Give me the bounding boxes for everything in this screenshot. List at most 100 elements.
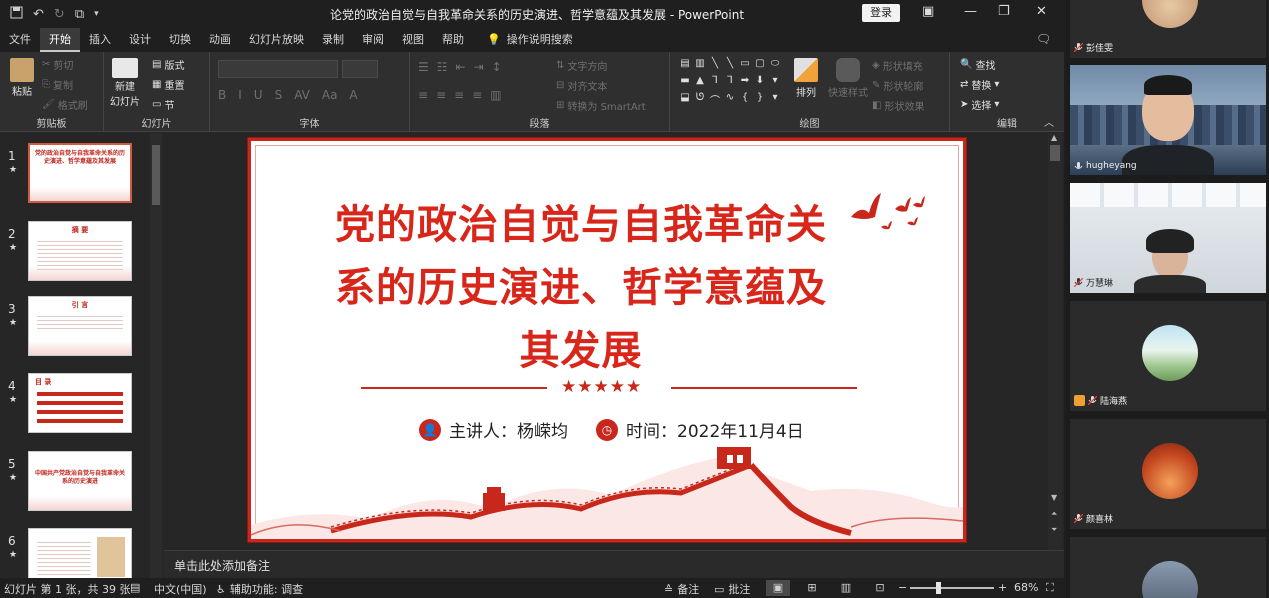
brace-left-shape-icon[interactable]: { (738, 92, 752, 108)
char-spacing-icon[interactable]: AV (294, 88, 310, 102)
quick-styles-button[interactable]: 快速样式 (828, 58, 868, 99)
collapse-ribbon-icon[interactable]: ︿ (1044, 114, 1054, 129)
slideshow-button[interactable]: ⊡ (868, 580, 892, 596)
brace-right-shape-icon[interactable]: } (753, 92, 767, 108)
thumbnails-scrollbar[interactable] (150, 133, 162, 578)
undo-icon[interactable]: ↶ (33, 7, 44, 22)
participant-tile-3[interactable]: 万慧琳 (1070, 183, 1266, 293)
layout-button[interactable]: ▤ 版式 (152, 57, 184, 72)
fit-slide-icon[interactable]: ⛶ (1046, 581, 1054, 595)
rounded-rect-shape-icon[interactable]: ▢ (753, 58, 767, 74)
tab-file[interactable]: 文件 (0, 28, 40, 52)
shape-effects-button[interactable]: ◧ 形状效果 (872, 98, 924, 113)
line-shape-icon[interactable]: ╲ (708, 58, 722, 74)
participant-tile-4[interactable]: 陆海燕 (1070, 301, 1266, 411)
smartart-button[interactable]: ⊞ 转换为 SmartArt (556, 98, 646, 113)
tab-review[interactable]: 审阅 (353, 28, 393, 52)
copy-button[interactable]: ⎘ 复制 (42, 77, 73, 92)
connector-shape-icon[interactable]: ⅂ (723, 75, 737, 91)
language-status[interactable]: 中文(中国) (154, 581, 207, 597)
bullets-icon[interactable]: ☰ (418, 60, 429, 74)
comments-button[interactable]: ▭ 批注 (714, 581, 750, 597)
new-slide-button[interactable]: 新建 幻灯片 (110, 58, 140, 108)
tab-slideshow[interactable]: 幻灯片放映 (240, 28, 313, 52)
find-button[interactable]: 🔍 查找 (960, 57, 995, 72)
strikethrough-icon[interactable]: S (275, 88, 283, 102)
columns-icon[interactable]: ▥ (490, 88, 501, 102)
line-spacing-icon[interactable]: ↕ (492, 60, 502, 74)
maximize-icon[interactable]: ❐ (998, 4, 1010, 19)
reading-view-button[interactable]: ▥ (834, 580, 858, 596)
participant-tile-2[interactable]: hugheyang (1070, 65, 1266, 175)
present-from-start-icon[interactable]: ⧉ (75, 7, 84, 22)
thumbnail-slide-6[interactable]: 6 ★ (0, 528, 150, 578)
underline-icon[interactable]: U (254, 88, 263, 102)
arc-shape-icon[interactable]: ⌒ (708, 92, 722, 108)
zoom-in-icon[interactable]: + (998, 581, 1007, 594)
tell-me-search[interactable]: 💡 操作说明搜索 (473, 28, 573, 52)
login-button[interactable]: 登录 (862, 4, 900, 22)
scroll-down-icon[interactable]: ▼ (1051, 493, 1057, 502)
vertical-textbox-shape-icon[interactable]: ▥ (693, 58, 707, 74)
thumbnail-image[interactable] (28, 528, 132, 578)
thumbnail-image[interactable]: 目 录 (28, 373, 132, 433)
bold-icon[interactable]: B (218, 88, 226, 102)
slide-sorter-button[interactable]: ⊞ (800, 580, 824, 596)
current-slide[interactable]: 党的政治自觉与自我革命关系的历史演进、哲学意蕴及其发展 ★★★★★ 👤 主讲人：… (248, 138, 966, 542)
spell-check-icon[interactable]: ▤ (130, 581, 140, 594)
freeform-shape-icon[interactable]: ᘎ (693, 92, 707, 108)
next-slide-icon[interactable]: ⏷ (1051, 525, 1057, 535)
font-name-box[interactable] (218, 60, 338, 78)
tab-transitions[interactable]: 切换 (160, 28, 200, 52)
oval-shape-icon[interactable]: ⬭ (768, 58, 782, 74)
align-left-icon[interactable]: ≡ (418, 88, 428, 102)
shapes-gallery[interactable]: ▤ ▥ ╲ ╲ ▭ ▢ ⬭ ▬ ▲ ⅂ ⅂ ➡ ⬇ ▾ ⬓ ᘎ ⌒ ∿ { } … (678, 58, 788, 110)
save-icon[interactable] (10, 6, 23, 23)
italic-icon[interactable]: I (238, 88, 242, 102)
arrow-down-shape-icon[interactable]: ⬇ (753, 75, 767, 91)
align-right-icon[interactable]: ≡ (454, 88, 464, 102)
format-painter-button[interactable]: 🖌 格式刷 (42, 97, 88, 112)
curve-shape-icon[interactable]: ∿ (723, 92, 737, 108)
canvas-scrollbar-thumb[interactable] (1050, 145, 1060, 161)
redo-icon[interactable]: ↻ (54, 7, 65, 22)
comments-icon[interactable]: 🗨 (1036, 32, 1051, 46)
zoom-slider-thumb[interactable] (936, 582, 941, 594)
time-label[interactable]: 时间：2022年11月4日 (626, 417, 804, 442)
participant-tile-5[interactable]: 颜喜林 (1070, 419, 1266, 529)
align-center-icon[interactable]: ≡ (436, 88, 446, 102)
speaker-label[interactable]: 主讲人：杨嵘均 (449, 417, 568, 442)
decrease-indent-icon[interactable]: ⇤ (456, 60, 466, 74)
minimize-icon[interactable]: — (964, 4, 977, 19)
thumbnail-slide-1[interactable]: 1 ★ 党的政治自觉与自我革命关系的历史演进、哲学意蕴及其发展 (0, 143, 150, 213)
flowchart-shape-icon[interactable]: ⬓ (678, 92, 692, 108)
reset-button[interactable]: ▦ 重置 (152, 77, 184, 92)
cut-button[interactable]: ✂ 剪切 (42, 57, 73, 72)
customize-qat-icon[interactable]: ▾ (94, 9, 99, 19)
replace-button[interactable]: ⇄ 替换 ▾ (960, 77, 999, 92)
rectangle-shape-icon[interactable]: ▬ (678, 75, 692, 91)
close-icon[interactable]: ✕ (1036, 4, 1047, 19)
notes-placeholder[interactable]: 单击此处添加备注 (174, 557, 270, 574)
thumbnail-image[interactable]: 摘 要 (28, 221, 132, 281)
thumbnail-slide-4[interactable]: 4 ★ 目 录 (0, 373, 150, 443)
thumbnail-slide-2[interactable]: 2 ★ 摘 要 (0, 221, 150, 291)
tab-design[interactable]: 设计 (120, 28, 160, 52)
notes-button[interactable]: ≙ 备注 (664, 581, 699, 597)
triangle-shape-icon[interactable]: ▲ (693, 75, 707, 91)
shape-fill-button[interactable]: ◈ 形状填充 (872, 58, 923, 73)
rectangle-shape-icon[interactable]: ▭ (738, 58, 752, 74)
tab-view[interactable]: 视图 (393, 28, 433, 52)
arrow-right-shape-icon[interactable]: ➡ (738, 75, 752, 91)
tab-help[interactable]: 帮助 (433, 28, 473, 52)
thumbnail-image[interactable]: 引 言 (28, 296, 132, 356)
tab-animations[interactable]: 动画 (200, 28, 240, 52)
align-text-button[interactable]: ⊟ 对齐文本 (556, 78, 607, 93)
slide-title[interactable]: 党的政治自觉与自我革命关系的历史演进、哲学意蕴及其发展 (321, 193, 841, 382)
tab-record[interactable]: 录制 (313, 28, 353, 52)
thumbnail-slide-5[interactable]: 5 ★ 中国共产党政治自觉与自我革命关系的历史演进 (0, 451, 150, 521)
justify-icon[interactable]: ≡ (472, 88, 482, 102)
select-button[interactable]: ➤ 选择 ▾ (960, 97, 999, 112)
shape-outline-button[interactable]: ✎ 形状轮廓 (872, 78, 923, 93)
tab-home[interactable]: 开始 (40, 28, 80, 52)
